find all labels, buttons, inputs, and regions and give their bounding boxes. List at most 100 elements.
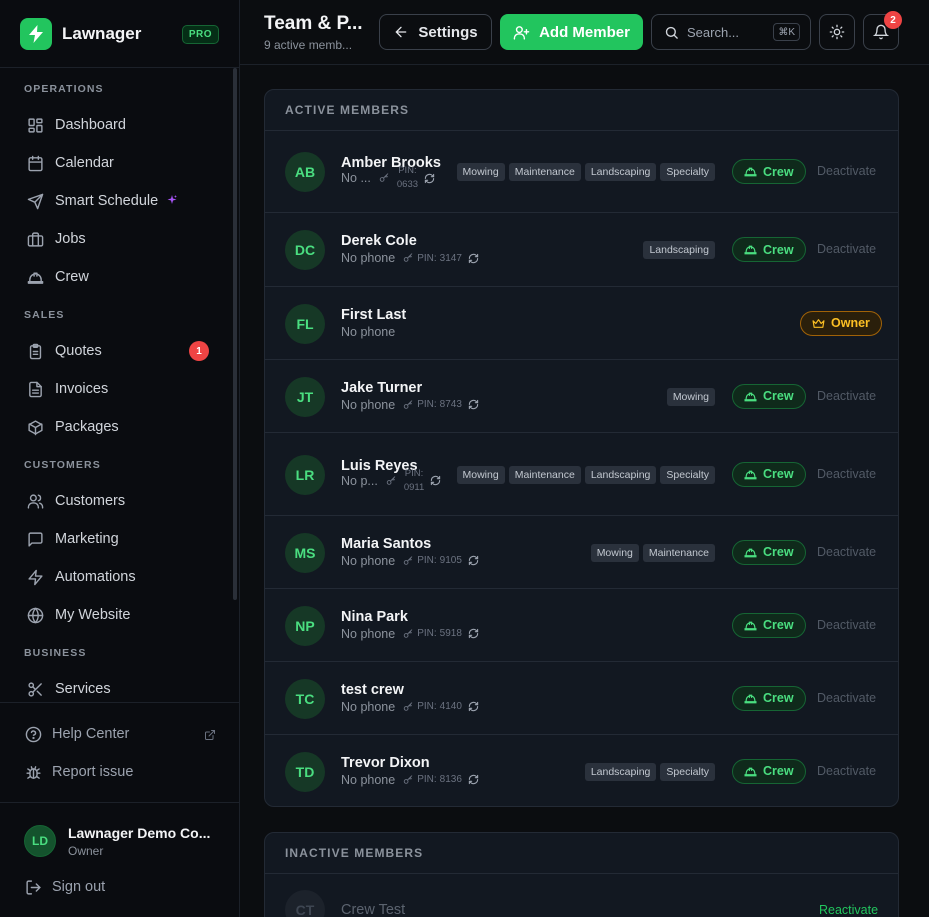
brand-name: Lawnager (62, 24, 142, 43)
crew-role-button[interactable]: Crew (732, 758, 806, 784)
sidebar-item-calendar[interactable]: Calendar (0, 144, 231, 182)
member-meta: No phone PIN: 4140 (341, 700, 479, 714)
member-phone: No phone (341, 397, 396, 412)
member-phone: No phone (341, 699, 396, 714)
pin-value: 0633 (396, 179, 419, 190)
report-issue-link[interactable]: Report issue (24, 763, 133, 781)
sidebar-item-my-website[interactable]: My Website (0, 596, 231, 634)
refresh-icon[interactable] (468, 399, 479, 410)
brand[interactable]: Lawnager PRO (20, 18, 219, 50)
deactivate-button[interactable]: Deactivate (817, 389, 876, 403)
crew-role-button[interactable]: Crew (732, 685, 806, 711)
member-meta: No phone PIN: 5918 (341, 627, 479, 641)
skill-tags: Mowing Maintenance Landscaping Specialty (456, 163, 715, 181)
sidebar-scrollbar[interactable] (233, 68, 237, 600)
refresh-icon[interactable] (468, 774, 479, 785)
hard-hat-icon (744, 243, 757, 256)
table-row: FL First Last No phone Owner (265, 287, 898, 360)
deactivate-button[interactable]: Deactivate (817, 764, 876, 778)
sidebar-item-jobs[interactable]: Jobs (0, 220, 231, 258)
account-name[interactable]: Lawnager Demo Co... (68, 825, 218, 841)
sidebar-item-packages[interactable]: Packages (0, 408, 231, 446)
sidebar-item-invoices[interactable]: Invoices (0, 370, 231, 408)
notifications-button[interactable]: 2 (863, 11, 902, 50)
member-avatar: MS (285, 532, 325, 573)
key-icon (403, 399, 413, 410)
sidebar-item-customers[interactable]: Customers (0, 482, 231, 520)
active-members-list: AB Amber Brooks No ... PIN: 0633 Mowing Mainte… (265, 131, 898, 806)
divider (0, 702, 239, 703)
crew-role-button[interactable]: Crew (732, 612, 806, 638)
skill-tags: Mowing Maintenance (590, 543, 715, 562)
deactivate-button[interactable]: Deactivate (817, 467, 876, 481)
active-members-card: ACTIVE MEMBERS AB Amber Brooks No ... PIN: 0… (264, 89, 899, 807)
hard-hat-icon (744, 692, 757, 705)
pin-value: 0911 (403, 481, 425, 493)
refresh-icon[interactable] (430, 475, 441, 486)
member-meta: No ... PIN: 0633 (341, 164, 435, 192)
report-issue-label: Report issue (52, 764, 134, 780)
table-row: TC test crew No phone PIN: 4140 Crew Deactivat… (265, 662, 898, 735)
member-phone: No p... (341, 473, 378, 488)
crew-role-button[interactable]: Crew (732, 159, 806, 184)
skill-tag: Landscaping (584, 163, 657, 181)
settings-button[interactable]: Settings (379, 14, 492, 50)
table-row: AB Amber Brooks No ... PIN: 0633 Mowing Mainte… (265, 131, 898, 213)
deactivate-button[interactable]: Deactivate (817, 691, 876, 705)
member-meta: No phone PIN: 9105 (341, 554, 479, 568)
reactivate-button[interactable]: Reactivate (819, 903, 878, 917)
refresh-icon[interactable] (468, 628, 479, 639)
add-member-button[interactable]: Add Member (500, 14, 643, 50)
sidebar-item-marketing[interactable]: Marketing (0, 520, 231, 558)
send-icon (26, 192, 44, 210)
page-title: Team & P... (264, 13, 363, 34)
help-center-link[interactable]: Help Center (24, 725, 129, 743)
pin-value: 4140 (439, 701, 462, 712)
hard-hat-icon (744, 390, 757, 403)
skill-tag: Maintenance (642, 543, 715, 562)
role-label: Crew (763, 618, 794, 632)
crew-role-button[interactable]: Crew (732, 539, 806, 565)
crew-role-button[interactable]: Crew (732, 461, 806, 487)
crew-role-button[interactable]: Crew (732, 237, 806, 262)
sidebar-item-smart-schedule[interactable]: Smart Schedule (0, 182, 231, 220)
role-label: Crew (763, 467, 794, 481)
sidebar-item-quotes[interactable]: Quotes 1 (0, 332, 231, 370)
avatar[interactable]: LD (24, 825, 56, 857)
skill-tag: Mowing (456, 465, 505, 484)
member-avatar: TC (285, 678, 325, 719)
role-label: Crew (763, 242, 794, 257)
deactivate-button[interactable]: Deactivate (817, 618, 876, 632)
search-input[interactable]: Search... ⌘K (651, 14, 811, 50)
skill-tag: Mowing (456, 163, 505, 181)
pin-value: 3147 (439, 252, 462, 264)
sidebar-item-dashboard[interactable]: Dashboard (0, 106, 231, 144)
theme-toggle-button[interactable] (819, 14, 855, 50)
pin-label: PIN: (417, 774, 437, 785)
member-phone: No phone (341, 626, 396, 641)
sidebar-item-automations[interactable]: Automations (0, 558, 231, 596)
sidebar-item-label: Invoices (55, 381, 109, 397)
sidebar-item-crew[interactable]: Crew (0, 258, 231, 296)
pin-stack: PIN: 0633 (397, 164, 418, 192)
refresh-icon[interactable] (468, 701, 479, 712)
pin-label: PIN: (417, 628, 437, 639)
table-row: LR Luis Reyes No p... PIN: 0911 Mowing Mainten… (265, 433, 898, 516)
deactivate-button[interactable]: Deactivate (817, 545, 876, 559)
pin-display: PIN: 8743 (403, 399, 479, 410)
hard-hat-icon (744, 765, 757, 778)
sign-out-button[interactable]: Sign out (24, 878, 105, 896)
refresh-icon[interactable] (468, 253, 479, 264)
sidebar-item-label: Jobs (55, 231, 86, 247)
refresh-icon[interactable] (468, 555, 479, 566)
sidebar-item-services[interactable]: Services (0, 670, 231, 702)
deactivate-button[interactable]: Deactivate (817, 164, 876, 178)
pin-display: PIN: 0911 (386, 467, 441, 495)
member-meta: No phone PIN: 8743 (341, 398, 479, 412)
crew-role-button[interactable]: Crew (732, 383, 806, 409)
pin-display: PIN: 3147 (403, 253, 479, 264)
refresh-icon[interactable] (424, 173, 435, 184)
deactivate-button[interactable]: Deactivate (817, 242, 876, 256)
skill-tag: Landscaping (584, 465, 657, 484)
hard-hat-icon (26, 268, 44, 286)
